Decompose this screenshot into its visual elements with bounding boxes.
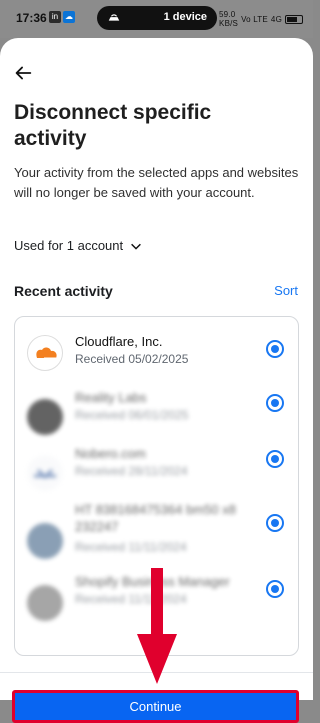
dynamic-island: 1 device xyxy=(97,6,217,30)
activity-name: Reality Labs xyxy=(75,390,147,405)
network-speed: 59.0 KB/S xyxy=(219,10,239,28)
page-description: Your activity from the selected apps and… xyxy=(14,165,299,200)
activity-name: Nobero.com xyxy=(75,446,146,461)
activity-row-reality-labs[interactable]: Reality Labs Received 06/01/2025 xyxy=(15,381,298,445)
system-indicators: 59.0 KB/S Vo LTE 4G xyxy=(219,10,303,28)
selected-radio-icon[interactable] xyxy=(266,514,284,532)
activity-name: HT 838168475364 bm50 x8 232247 xyxy=(75,502,236,534)
sort-button[interactable]: Sort xyxy=(274,283,298,298)
recent-activity-heading: Recent activity xyxy=(14,283,113,299)
devices-icon xyxy=(108,14,120,21)
selected-radio-icon[interactable] xyxy=(266,340,284,358)
continue-button[interactable]: Continue xyxy=(12,690,299,723)
cloud-icon: ☁ xyxy=(63,11,75,23)
nobero-logo-icon xyxy=(27,455,63,491)
activity-name: Cloudflare, Inc. xyxy=(75,334,163,349)
chevron-down-icon xyxy=(131,243,142,250)
page-title: Disconnect specific activity xyxy=(14,101,212,150)
activity-date: Received 28/11/2024 xyxy=(75,464,188,478)
selected-radio-icon[interactable] xyxy=(266,450,284,468)
linkedin-icon: in xyxy=(49,11,61,23)
back-arrow-icon[interactable] xyxy=(12,62,34,84)
activity-date: Received 05/02/2025 xyxy=(75,352,189,366)
ht-logo-icon xyxy=(27,523,63,559)
activity-row-nobero[interactable]: Nobero.com Received 28/11/2024 xyxy=(15,443,298,507)
disconnect-activity-sheet: Disconnect specific activity Your activi… xyxy=(0,38,313,723)
selected-radio-icon[interactable] xyxy=(266,580,284,598)
status-bar: 17:36 in ☁ 1 device 59.0 KB/S Vo LTE 4G xyxy=(0,0,313,38)
activity-row-cloudflare[interactable]: Cloudflare, Inc. Received 05/02/2025 xyxy=(15,321,298,385)
mobile-data-indicator: 4G xyxy=(270,14,282,24)
status-time: 17:36 xyxy=(16,11,47,25)
account-selector-label: Used for 1 account xyxy=(14,238,124,253)
activity-row-shopify[interactable]: Shopify Business Manager Received 11/11/… xyxy=(15,573,298,653)
selected-radio-icon[interactable] xyxy=(266,394,284,412)
activity-name: Shopify Business Manager xyxy=(75,574,230,589)
shopify-logo-icon xyxy=(27,585,63,621)
battery-icon xyxy=(285,14,303,24)
device-count: 1 device xyxy=(163,11,207,23)
activity-row-ht[interactable]: HT 838168475364 bm50 x8 232247 Received 1… xyxy=(15,502,298,577)
cloudflare-logo-icon xyxy=(27,335,63,371)
volte-indicator: Vo LTE xyxy=(241,14,268,24)
footer-divider xyxy=(0,672,313,673)
activity-list: Cloudflare, Inc. Received 05/02/2025 Rea… xyxy=(14,316,299,656)
account-selector[interactable]: Used for 1 account xyxy=(14,238,143,253)
activity-date: Received 11/11/2024 xyxy=(75,540,187,554)
activity-date: Received 06/01/2025 xyxy=(75,408,189,422)
activity-date: Received 11/11/2024 xyxy=(75,592,187,606)
reality-labs-logo-icon xyxy=(27,399,63,435)
